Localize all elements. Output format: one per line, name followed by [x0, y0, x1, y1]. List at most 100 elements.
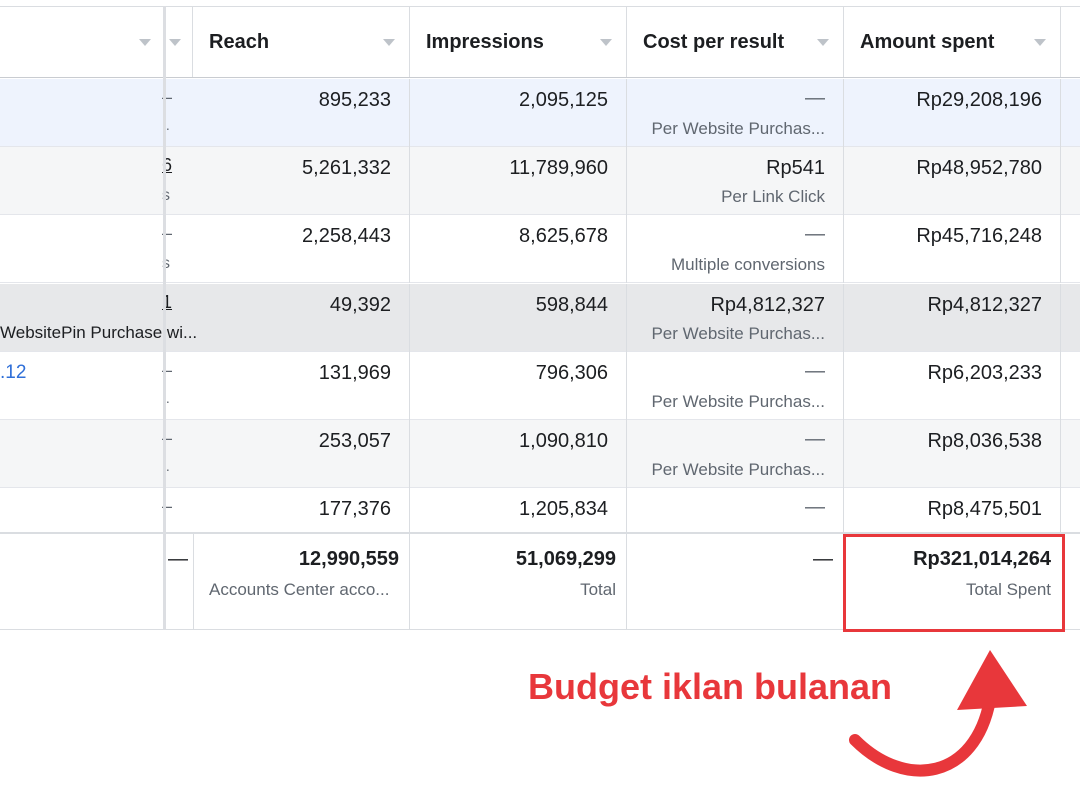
spent-cell: Rp45,716,248	[844, 215, 1061, 283]
totals-impressions-sub: Total	[580, 580, 616, 599]
column-header-hidden[interactable]	[165, 7, 193, 77]
impressions-value: 796,306	[535, 362, 608, 384]
cost-cell: — Per Website Purchas...	[627, 79, 844, 147]
cost-value: —	[805, 87, 825, 109]
chevron-down-icon[interactable]	[169, 38, 181, 46]
reach-cell: 49,392	[193, 284, 410, 352]
chevron-down-icon[interactable]	[817, 38, 829, 46]
column-header-label: Impressions	[426, 30, 544, 53]
table-row[interactable]: – 177,376 1,205,834 — Rp8,475,501	[0, 488, 1080, 534]
chevron-down-icon[interactable]	[139, 38, 151, 46]
chevron-down-icon[interactable]	[383, 38, 395, 46]
table-row[interactable]: – .. 895,233 2,095,125 —Per Website Purc…	[0, 79, 1080, 147]
total-spent-highlight	[843, 534, 1065, 632]
impressions-cell: 2,095,125	[410, 79, 627, 147]
spent-value: Rp8,475,501	[927, 498, 1042, 520]
cost-value: —	[805, 360, 825, 382]
reach-cell: 895,233	[193, 79, 410, 147]
cost-cell: Rp4,812,327 Per Website Purchas...	[627, 284, 844, 352]
column-header-impressions[interactable]: Impressions	[410, 7, 627, 77]
impressions-cell: 796,306	[410, 352, 627, 420]
campaign-name-link[interactable]: .12	[0, 362, 26, 384]
impressions-value: 598,844	[535, 294, 608, 316]
impressions-value: 1,205,834	[519, 498, 608, 520]
spent-cell: Rp29,208,196	[844, 79, 1061, 147]
annotation-text: Budget iklan bulanan	[528, 666, 893, 707]
reach-value: 49,392	[329, 294, 391, 316]
column-header-label: Amount spent	[860, 30, 995, 53]
cost-value: Rp541	[766, 157, 825, 179]
table-row[interactable]: – s 2,258,443 8,625,678 — Multiple conver…	[0, 215, 1080, 283]
spent-cell: Rp48,952,780	[844, 147, 1061, 215]
totals-reach-value: 12,990,559	[298, 548, 399, 570]
chevron-down-icon[interactable]	[600, 38, 612, 46]
spent-cell: Rp8,036,538	[844, 420, 1061, 488]
spent-value: Rp48,952,780	[916, 157, 1042, 179]
spent-cell: Rp6,203,233	[844, 352, 1061, 420]
spent-value: Rp45,716,248	[916, 225, 1042, 247]
cost-value: Rp4,812,327	[710, 294, 825, 316]
cost-sub: Per Website Purchas...	[651, 392, 825, 411]
reach-value: 895,233	[318, 89, 391, 111]
impressions-cell: 598,844	[410, 284, 627, 352]
totals-reach-sub: Accounts Center acco...	[209, 580, 390, 599]
column-header-label: Reach	[209, 30, 270, 53]
reach-value: 5,261,332	[302, 157, 391, 179]
reach-value: 131,969	[318, 362, 391, 384]
impressions-cell: 8,625,678	[410, 215, 627, 283]
spent-cell: Rp4,812,327	[844, 284, 1061, 352]
table-row[interactable]: 6 s 5,261,332 11,789,960 Rp541 Per Link C…	[0, 147, 1080, 215]
totals-impressions-value: 51,069,299	[515, 548, 616, 570]
column-header-amount-spent[interactable]: Amount spent	[844, 7, 1061, 77]
totals-impressions-cell: 51,069,299 Total	[410, 534, 627, 630]
cost-sub: Per Website Purchas...	[651, 460, 825, 479]
cost-cell: Rp541 Per Link Click	[627, 147, 844, 215]
column-header-next[interactable]	[1061, 7, 1080, 77]
totals-cost-value: —	[813, 548, 833, 570]
reach-cell: 5,261,332	[193, 147, 410, 215]
table-row[interactable]: – .. 253,057 1,090,810 —Per Website Purc…	[0, 420, 1080, 488]
spent-value: Rp8,036,538	[927, 430, 1042, 452]
cost-cell: — Per Website Purchas...	[627, 352, 844, 420]
reach-cell: 253,057	[193, 420, 410, 488]
reach-cell: 2,258,443	[193, 215, 410, 283]
column-header-cost-per-result[interactable]: Cost per result	[627, 7, 844, 77]
column-header-name[interactable]	[0, 7, 165, 77]
cost-cell: —	[627, 488, 844, 534]
reach-value: 2,258,443	[302, 225, 391, 247]
table-header: Reach Impressions Cost per result Amount…	[0, 6, 1080, 78]
frozen-column-divider	[163, 6, 166, 630]
spent-value: Rp29,208,196	[916, 89, 1042, 111]
spent-value: Rp6,203,233	[927, 362, 1042, 384]
totals-reach-cell: 12,990,559 Accounts Center acco...	[193, 534, 410, 630]
cost-cell: — Per Website Purchas...	[627, 420, 844, 488]
reach-cell: 177,376	[193, 488, 410, 534]
cost-value: —	[805, 496, 825, 518]
table-row[interactable]: – .. 131,969 796,306 —Per Website Purcha…	[0, 352, 1080, 420]
impressions-value: 1,090,810	[519, 430, 608, 452]
impressions-value: 2,095,125	[519, 89, 608, 111]
totals-cost-cell: —	[627, 534, 844, 630]
impressions-value: 8,625,678	[519, 225, 608, 247]
column-header-label: Cost per result	[643, 30, 785, 53]
reach-value: 177,376	[318, 498, 391, 520]
pin-tooltip-label[interactable]: WebsitePin Purchase wi...	[0, 323, 197, 343]
curved-arrow-icon	[849, 650, 1027, 777]
impressions-value: 11,789,960	[509, 157, 608, 179]
cost-value: —	[805, 223, 825, 245]
impressions-cell: 11,789,960	[410, 147, 627, 215]
cost-value: —	[805, 428, 825, 450]
cost-sub: Per Website Purchas...	[651, 119, 825, 138]
impressions-cell: 1,090,810	[410, 420, 627, 488]
impressions-cell: 1,205,834	[410, 488, 627, 534]
spent-cell: Rp8,475,501	[844, 488, 1061, 534]
cost-sub: Per Website Purchas...	[651, 324, 825, 343]
cost-sub: Multiple conversions	[670, 255, 825, 274]
column-header-reach[interactable]: Reach	[193, 7, 410, 77]
chevron-down-icon[interactable]	[1034, 38, 1046, 46]
reach-value: 253,057	[318, 430, 391, 452]
totals-dash: —	[168, 548, 188, 570]
reach-cell: 131,969	[193, 352, 410, 420]
cost-sub: Per Link Click	[721, 187, 825, 206]
spent-value: Rp4,812,327	[927, 294, 1042, 316]
